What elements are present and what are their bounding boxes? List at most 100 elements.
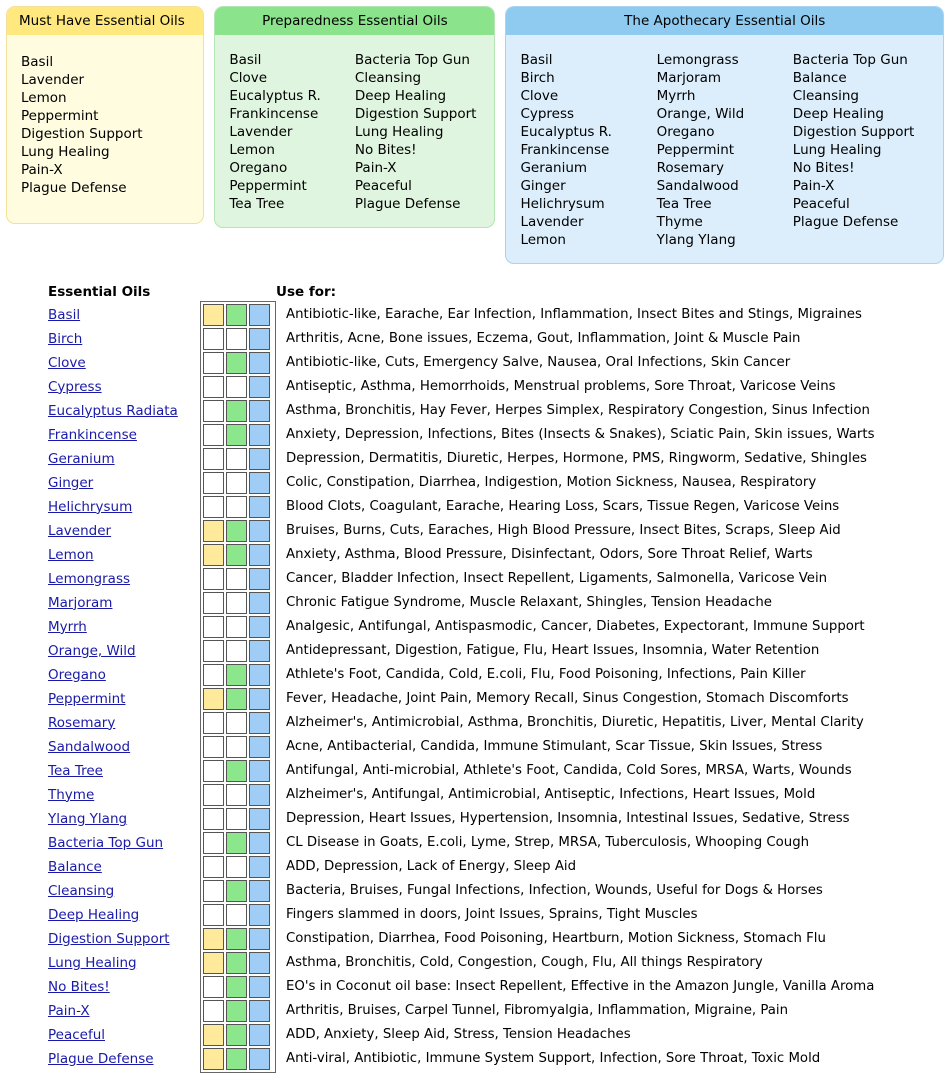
- use-for-text: Asthma, Bronchitis, Cold, Congestion, Co…: [286, 954, 763, 970]
- card-must-have-column-1: Basil Lavender Lemon Peppermint Digestion Su…: [21, 53, 189, 197]
- table-row: No Bites!: [48, 975, 200, 999]
- card-oil-item: Pain-X: [354, 159, 397, 176]
- swatch-preparedness: [226, 903, 247, 926]
- swatch-preparedness: [226, 351, 247, 374]
- oil-name-link[interactable]: Oregano: [48, 667, 106, 683]
- oil-name-link[interactable]: Sandalwood: [48, 739, 130, 755]
- card-oil-item: Pain-X: [21, 161, 63, 178]
- table-row: Frankincense: [48, 423, 200, 447]
- oil-name-link[interactable]: Ginger: [48, 475, 93, 491]
- table-row: Basil: [48, 303, 200, 327]
- swatch-must-have: [203, 975, 224, 998]
- swatch-apothecary: [249, 975, 270, 998]
- card-oil-item: Lavender: [21, 71, 85, 88]
- card-oil-item: Eucalyptus R.: [229, 87, 321, 104]
- oil-name-link[interactable]: Lemongrass: [48, 571, 130, 587]
- card-oil-item: Basil: [520, 51, 553, 68]
- oil-name-link[interactable]: Geranium: [48, 451, 115, 467]
- swatch-must-have: [203, 327, 224, 350]
- oil-name-link[interactable]: Frankincense: [48, 427, 137, 443]
- table-row: Eucalyptus Radiata: [48, 399, 200, 423]
- oil-name-link[interactable]: Deep Healing: [48, 907, 139, 923]
- swatch-row: [202, 471, 274, 495]
- use-for-text: Anti-viral, Antibiotic, Immune System Su…: [286, 1050, 821, 1066]
- oil-name-link[interactable]: Orange, Wild: [48, 643, 136, 659]
- swatch-must-have: [203, 951, 224, 974]
- oil-name-link[interactable]: Lemon: [48, 547, 94, 563]
- oil-collection-cards: Must Have Essential Oils Basil Lavender Le…: [0, 0, 950, 264]
- oil-name-link[interactable]: Basil: [48, 307, 80, 323]
- table-row: Orange, Wild: [48, 639, 200, 663]
- swatch-apothecary: [249, 855, 270, 878]
- use-for-text: Antifungal, Anti-microbial, Athlete's Fo…: [286, 762, 852, 778]
- swatch-row: [202, 399, 274, 423]
- use-for-text: Depression, Heart Issues, Hypertension, …: [286, 810, 850, 826]
- use-for-text: Alzheimer's, Antifungal, Antimicrobial, …: [286, 786, 816, 802]
- swatch-apothecary: [249, 879, 270, 902]
- swatch-row: [202, 927, 274, 951]
- oil-name-link[interactable]: Balance: [48, 859, 102, 875]
- card-preparedness-column-1: Basil Clove Eucalyptus R. Frankincense Laven…: [229, 51, 355, 213]
- oil-name-link[interactable]: Lung Healing: [48, 955, 137, 971]
- oil-name-link[interactable]: Digestion Support: [48, 931, 170, 947]
- oil-name-link[interactable]: Marjoram: [48, 595, 112, 611]
- oil-name-link[interactable]: Ylang Ylang: [48, 811, 127, 827]
- card-oil-item: Helichrysum: [520, 195, 605, 212]
- table-row: Lung Healing: [48, 951, 200, 975]
- card-oil-item: Marjoram: [656, 69, 722, 86]
- card-oil-item: Rosemary: [656, 159, 724, 176]
- card-oil-item: Oregano: [229, 159, 288, 176]
- swatch-row: [202, 375, 274, 399]
- swatch-apothecary: [249, 711, 270, 734]
- oil-name-link[interactable]: Lavender: [48, 523, 111, 539]
- card-oil-item: Digestion Support: [354, 105, 477, 122]
- oil-name-link[interactable]: Cleansing: [48, 883, 114, 899]
- oil-name-link[interactable]: Plague Defense: [48, 1051, 154, 1067]
- oil-name-link[interactable]: Helichrysum: [48, 499, 132, 515]
- use-for-text: Bacteria, Bruises, Fungal Infections, In…: [286, 882, 823, 898]
- swatch-row: [202, 903, 274, 927]
- swatch-must-have: [203, 423, 224, 446]
- swatch-must-have: [203, 543, 224, 566]
- use-for-text: Fever, Headache, Joint Pain, Memory Reca…: [286, 690, 849, 706]
- oil-name-link[interactable]: Cypress: [48, 379, 102, 395]
- card-oil-item: Lung Healing: [354, 123, 444, 140]
- oil-name-link[interactable]: Eucalyptus Radiata: [48, 403, 178, 419]
- oil-name-link[interactable]: Myrrh: [48, 619, 87, 635]
- table-row: Digestion Support: [48, 927, 200, 951]
- swatch-must-have: [203, 303, 224, 326]
- card-oil-item: Lemon: [520, 231, 566, 248]
- oil-name-link[interactable]: Pain-X: [48, 1003, 90, 1019]
- table-column-headers: Essential Oils Use for:: [48, 274, 950, 300]
- oil-name-link[interactable]: Birch: [48, 331, 82, 347]
- card-apothecary-column-1: Basil Birch Clove Cypress Eucalyptus R. Frank…: [520, 51, 656, 249]
- swatch-row: [202, 711, 274, 735]
- swatch-apothecary: [249, 663, 270, 686]
- swatch-must-have: [203, 783, 224, 806]
- table-row: Balance: [48, 855, 200, 879]
- card-oil-item: Eucalyptus R.: [520, 123, 612, 140]
- swatch-must-have: [203, 1047, 224, 1070]
- swatch-preparedness: [226, 615, 247, 638]
- oil-name-link[interactable]: Thyme: [48, 787, 94, 803]
- oil-name-link[interactable]: Peaceful: [48, 1027, 105, 1043]
- swatch-preparedness: [226, 951, 247, 974]
- swatch-preparedness: [226, 663, 247, 686]
- card-oil-item: Ginger: [520, 177, 566, 194]
- card-oil-item: Basil: [21, 53, 54, 70]
- oil-name-link[interactable]: Clove: [48, 355, 86, 371]
- swatch-apothecary: [249, 375, 270, 398]
- swatch-preparedness: [226, 591, 247, 614]
- oil-name-link[interactable]: No Bites!: [48, 979, 110, 995]
- swatch-row: [202, 615, 274, 639]
- oil-name-link[interactable]: Peppermint: [48, 691, 125, 707]
- oil-name-link[interactable]: Rosemary: [48, 715, 115, 731]
- swatch-preparedness: [226, 303, 247, 326]
- oil-name-link[interactable]: Bacteria Top Gun: [48, 835, 163, 851]
- swatch-must-have: [203, 447, 224, 470]
- card-oil-item: Clove: [520, 87, 559, 104]
- table-row: Pain-X: [48, 999, 200, 1023]
- swatch-row: [202, 855, 274, 879]
- swatch-row: [202, 351, 274, 375]
- oil-name-link[interactable]: Tea Tree: [48, 763, 103, 779]
